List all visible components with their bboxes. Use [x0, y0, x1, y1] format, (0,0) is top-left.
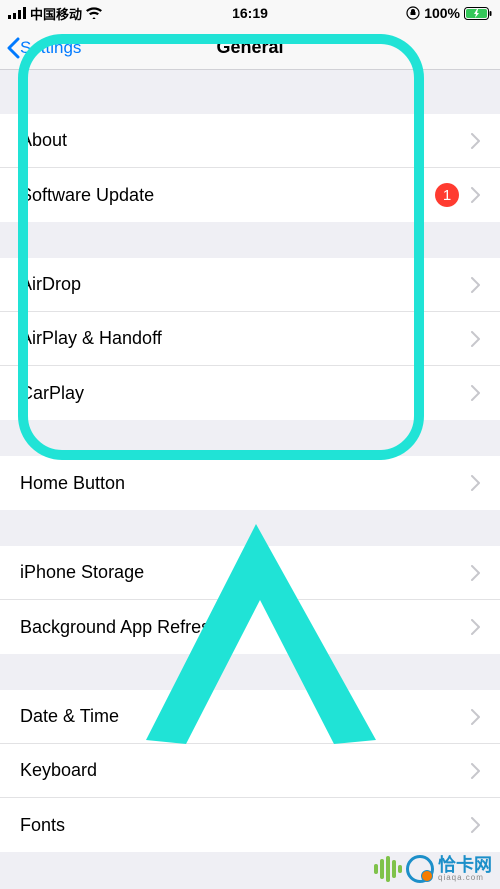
row-home-button[interactable]: Home Button	[0, 456, 500, 510]
chevron-right-icon	[471, 475, 480, 491]
row-date-time[interactable]: Date & Time	[0, 690, 500, 744]
group-about: About Software Update 1	[0, 114, 500, 222]
status-right: 100%	[406, 5, 492, 21]
chevron-right-icon	[471, 277, 480, 293]
chevron-right-icon	[471, 709, 480, 725]
row-about[interactable]: About	[0, 114, 500, 168]
chevron-right-icon	[471, 565, 480, 581]
row-background-app-refresh[interactable]: Background App Refresh	[0, 600, 500, 654]
chevron-right-icon	[471, 385, 480, 401]
group-gap	[0, 222, 500, 258]
row-fonts[interactable]: Fonts	[0, 798, 500, 852]
chevron-right-icon	[471, 331, 480, 347]
row-label: AirDrop	[20, 274, 471, 295]
chevron-right-icon	[471, 619, 480, 635]
row-airdrop[interactable]: AirDrop	[0, 258, 500, 312]
row-label: CarPlay	[20, 383, 471, 404]
row-label: iPhone Storage	[20, 562, 471, 583]
update-badge: 1	[435, 183, 459, 207]
group-home-button: Home Button	[0, 456, 500, 510]
row-carplay[interactable]: CarPlay	[0, 366, 500, 420]
group-storage: iPhone Storage Background App Refresh	[0, 546, 500, 654]
group-gap	[0, 654, 500, 690]
battery-icon	[464, 7, 492, 20]
battery-percent: 100%	[424, 5, 460, 21]
chevron-right-icon	[471, 187, 480, 203]
chevron-left-icon	[6, 37, 20, 59]
row-airplay-handoff[interactable]: AirPlay & Handoff	[0, 312, 500, 366]
chevron-right-icon	[471, 763, 480, 779]
nav-bar: Settings General	[0, 26, 500, 70]
carrier-label: 中国移动	[30, 4, 82, 23]
content-scroll[interactable]: About Software Update 1 AirDrop AirPlay …	[0, 70, 500, 889]
group-airdrop: AirDrop AirPlay & Handoff CarPlay	[0, 258, 500, 420]
group-gap	[0, 420, 500, 456]
status-left: 中国移动	[8, 4, 102, 23]
row-label: Background App Refresh	[20, 617, 471, 638]
wifi-icon	[86, 7, 102, 19]
row-software-update[interactable]: Software Update 1	[0, 168, 500, 222]
orientation-lock-icon	[406, 6, 420, 20]
page-title: General	[216, 37, 283, 58]
chevron-right-icon	[471, 817, 480, 833]
row-label: Fonts	[20, 815, 471, 836]
status-time: 16:19	[232, 5, 268, 21]
row-label: Keyboard	[20, 760, 471, 781]
status-bar: 中国移动 16:19 100%	[0, 0, 500, 26]
chevron-right-icon	[471, 133, 480, 149]
row-label: Date & Time	[20, 706, 471, 727]
group-gap	[0, 510, 500, 546]
back-label: Settings	[20, 38, 81, 58]
row-label: Software Update	[20, 185, 435, 206]
back-button[interactable]: Settings	[0, 37, 81, 59]
row-keyboard[interactable]: Keyboard	[0, 744, 500, 798]
group-date-keyboard: Date & Time Keyboard Fonts	[0, 690, 500, 852]
row-label: AirPlay & Handoff	[20, 328, 471, 349]
row-label: Home Button	[20, 473, 471, 494]
signal-icon	[8, 7, 26, 19]
group-gap	[0, 70, 500, 114]
row-label: About	[20, 130, 471, 151]
row-iphone-storage[interactable]: iPhone Storage	[0, 546, 500, 600]
